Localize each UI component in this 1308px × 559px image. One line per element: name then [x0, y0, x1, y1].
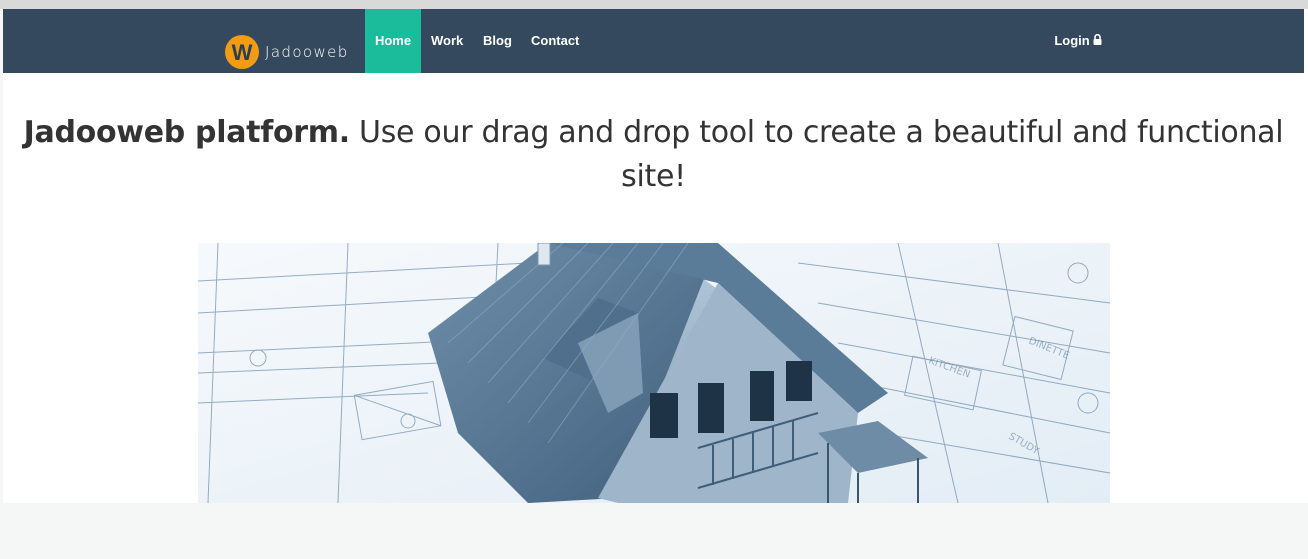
navbar: W Jadooweb Home Work Blog Contact Login	[3, 9, 1304, 73]
hero-headline-text: Use our drag and drop tool to create a b…	[349, 115, 1284, 195]
login-link[interactable]: Login	[1054, 9, 1102, 73]
nav-item-home[interactable]: Home	[365, 9, 421, 73]
hero-headline: Jadooweb platform. Use our drag and drop…	[3, 111, 1304, 199]
svg-text:W: W	[232, 41, 253, 63]
brand-logo-icon: W	[225, 35, 259, 69]
hero-image-house-blueprint: DINETTE STUDY KITCHEN	[198, 243, 1110, 503]
page-edge	[1304, 9, 1308, 503]
main-content: Jadooweb platform. Use our drag and drop…	[3, 73, 1304, 503]
login-label: Login	[1054, 33, 1090, 48]
brand-name: Jadooweb	[265, 43, 349, 61]
footer-area	[0, 503, 1308, 559]
brand[interactable]: W Jadooweb	[225, 35, 349, 69]
nav-item-contact[interactable]: Contact	[531, 9, 579, 73]
browser-top-strip	[0, 0, 1308, 9]
lock-icon	[1093, 9, 1102, 73]
nav-item-work[interactable]: Work	[431, 9, 463, 73]
nav-item-blog[interactable]: Blog	[483, 9, 512, 73]
hero-headline-bold: Jadooweb platform.	[23, 115, 350, 151]
